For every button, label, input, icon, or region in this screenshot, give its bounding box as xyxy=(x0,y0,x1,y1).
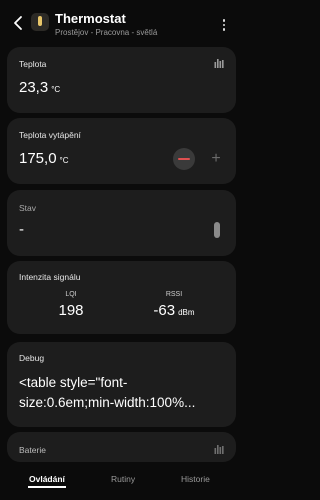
tab-ovladani[interactable]: Ovládání xyxy=(29,474,65,484)
state-toggle-handle[interactable] xyxy=(214,222,220,238)
app-header: Thermostat Prostějov - Pracovna - světlá xyxy=(0,0,243,44)
card-title: Debug xyxy=(19,353,45,363)
plus-icon[interactable]: + xyxy=(208,151,224,167)
card-teplota[interactable]: Teplota 23,3 °C xyxy=(7,47,236,113)
rssi-value: -63 dBm xyxy=(153,302,195,319)
thermostat-app-icon xyxy=(31,13,49,31)
heating-temperature-value: 175,0 °C xyxy=(19,150,69,167)
card-title: Teplota vytápění xyxy=(19,130,81,140)
back-arrow-icon[interactable] xyxy=(10,14,28,32)
device-location: Prostějov - Pracovna - světlá xyxy=(55,28,158,37)
debug-content: <table style="font- size:0.6em;min-width… xyxy=(19,375,196,410)
card-title: Intenzita signálu xyxy=(19,272,81,282)
lqi-value: 198 xyxy=(58,302,84,319)
more-icon[interactable] xyxy=(221,19,227,33)
rssi-label: RSSI xyxy=(165,291,183,298)
minus-icon[interactable] xyxy=(173,148,195,170)
active-tab-indicator xyxy=(28,486,66,488)
chart-bars-icon[interactable] xyxy=(214,444,224,454)
tab-rutiny[interactable]: Rutiny xyxy=(111,474,135,484)
lqi-label: LQI xyxy=(65,291,77,298)
card-title: Baterie xyxy=(19,445,46,455)
card-title: Stav xyxy=(19,203,37,213)
temperature-value: 23,3 °C xyxy=(19,79,61,96)
bottom-tab-bar: Ovládání Rutiny Historie xyxy=(0,462,243,500)
card-title: Teplota xyxy=(19,59,47,69)
card-stav[interactable]: Stav - xyxy=(7,190,236,256)
card-teplota-vytapeni: Teplota vytápění 175,0 °C xyxy=(7,118,236,184)
chart-bars-icon[interactable] xyxy=(214,58,224,68)
page-title: Thermostat xyxy=(55,11,126,26)
tab-historie[interactable]: Historie xyxy=(181,474,210,484)
state-value: - xyxy=(19,221,24,238)
card-baterie[interactable]: Baterie xyxy=(7,432,236,462)
